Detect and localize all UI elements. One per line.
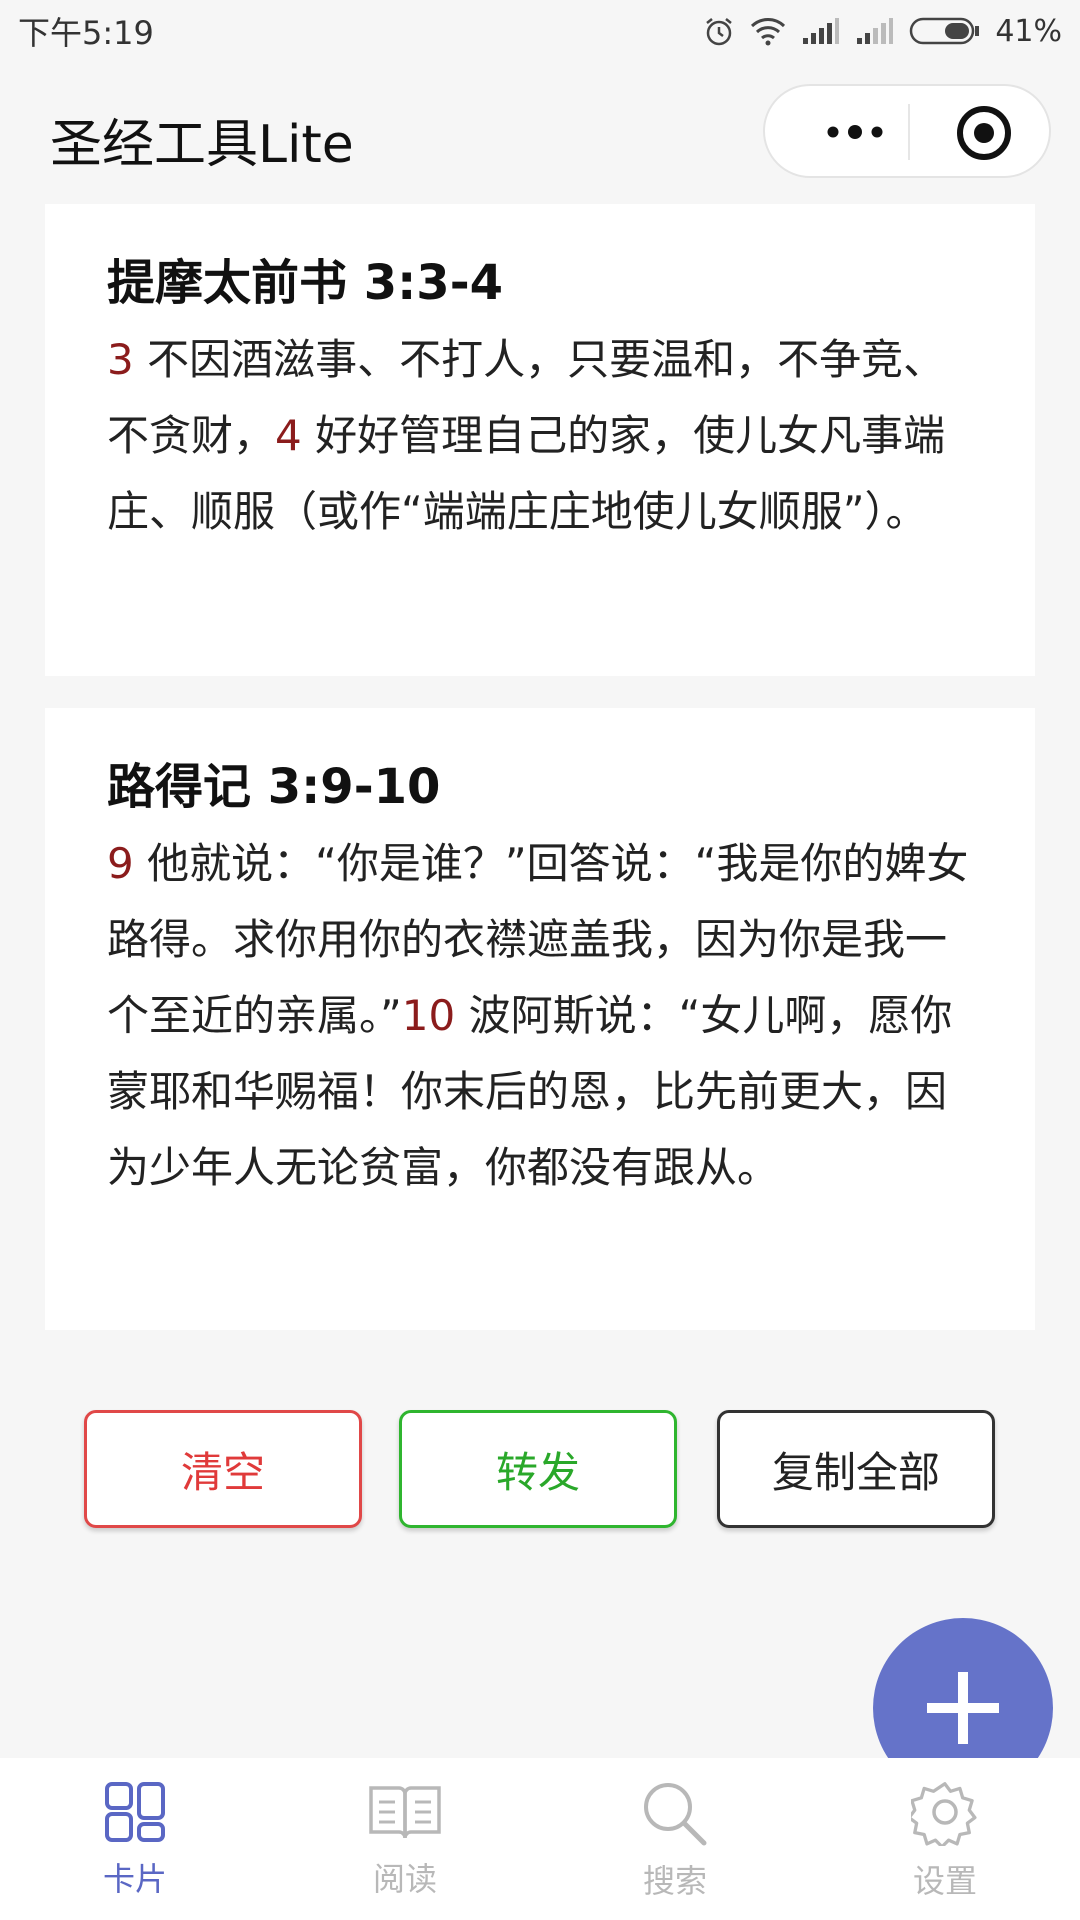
tab-cards[interactable]: 卡片 bbox=[0, 1758, 270, 1920]
verse-reference: 提摩太前书 3:3-4 bbox=[107, 255, 504, 311]
status-bar: 下午5:19 41% bbox=[0, 0, 1080, 62]
verse-card[interactable]: 路得记 3:9-10 9 他就说：“你是谁？”回答说：“我是你的婢女路得。求你用… bbox=[45, 708, 1035, 1330]
wifi-icon bbox=[749, 16, 787, 46]
capsule-divider bbox=[908, 104, 910, 160]
battery-percent: 41% bbox=[995, 13, 1062, 49]
search-icon bbox=[644, 1783, 707, 1846]
verse-text: 3 不因酒滋事、不打人，只要温和，不争竞、不贪财，4 好好管理自己的家，使儿女凡… bbox=[107, 322, 973, 550]
share-button[interactable]: 转发 bbox=[399, 1410, 677, 1528]
nav-bar: 圣经工具Lite bbox=[0, 62, 1080, 202]
verse-text: 9 他就说：“你是谁？”回答说：“我是你的婢女路得。求你用你的衣襟遮盖我，因为你… bbox=[107, 826, 973, 1206]
tab-label: 卡片 bbox=[102, 1860, 167, 1898]
status-time: 下午5:19 bbox=[18, 14, 154, 52]
book-icon bbox=[369, 1786, 441, 1839]
copy-all-button[interactable]: 复制全部 bbox=[717, 1410, 995, 1528]
clear-button[interactable]: 清空 bbox=[84, 1410, 362, 1528]
tab-read[interactable]: 阅读 bbox=[270, 1758, 540, 1920]
more-icon[interactable] bbox=[805, 112, 905, 152]
verse-number: 3 bbox=[107, 335, 134, 384]
verse-number: 9 bbox=[107, 839, 134, 888]
signal-icon-2 bbox=[855, 16, 895, 46]
verse-number: 4 bbox=[275, 411, 302, 460]
app-title: 圣经工具Lite bbox=[50, 115, 354, 175]
bottom-tab-bar: 卡片 阅读 搜索 设置 bbox=[0, 1758, 1080, 1920]
verse-number: 10 bbox=[401, 991, 456, 1040]
status-icons: 41% bbox=[703, 14, 1062, 49]
mini-program-capsule bbox=[763, 84, 1051, 178]
tab-label: 搜索 bbox=[642, 1862, 707, 1900]
verse-card[interactable]: 提摩太前书 3:3-4 3 不因酒滋事、不打人，只要温和，不争竞、不贪财，4 好… bbox=[45, 204, 1035, 676]
signal-icon bbox=[801, 16, 841, 46]
tab-label: 设置 bbox=[912, 1862, 977, 1900]
battery-icon bbox=[909, 16, 981, 46]
tab-label: 阅读 bbox=[372, 1860, 437, 1898]
cards-icon bbox=[105, 1782, 165, 1842]
tab-settings[interactable]: 设置 bbox=[810, 1758, 1080, 1920]
gear-icon bbox=[911, 1782, 977, 1846]
verse-reference: 路得记 3:9-10 bbox=[107, 759, 441, 815]
target-icon[interactable] bbox=[955, 104, 1013, 162]
plus-icon bbox=[927, 1672, 999, 1744]
alarm-icon bbox=[703, 15, 735, 47]
tab-search[interactable]: 搜索 bbox=[540, 1758, 810, 1920]
